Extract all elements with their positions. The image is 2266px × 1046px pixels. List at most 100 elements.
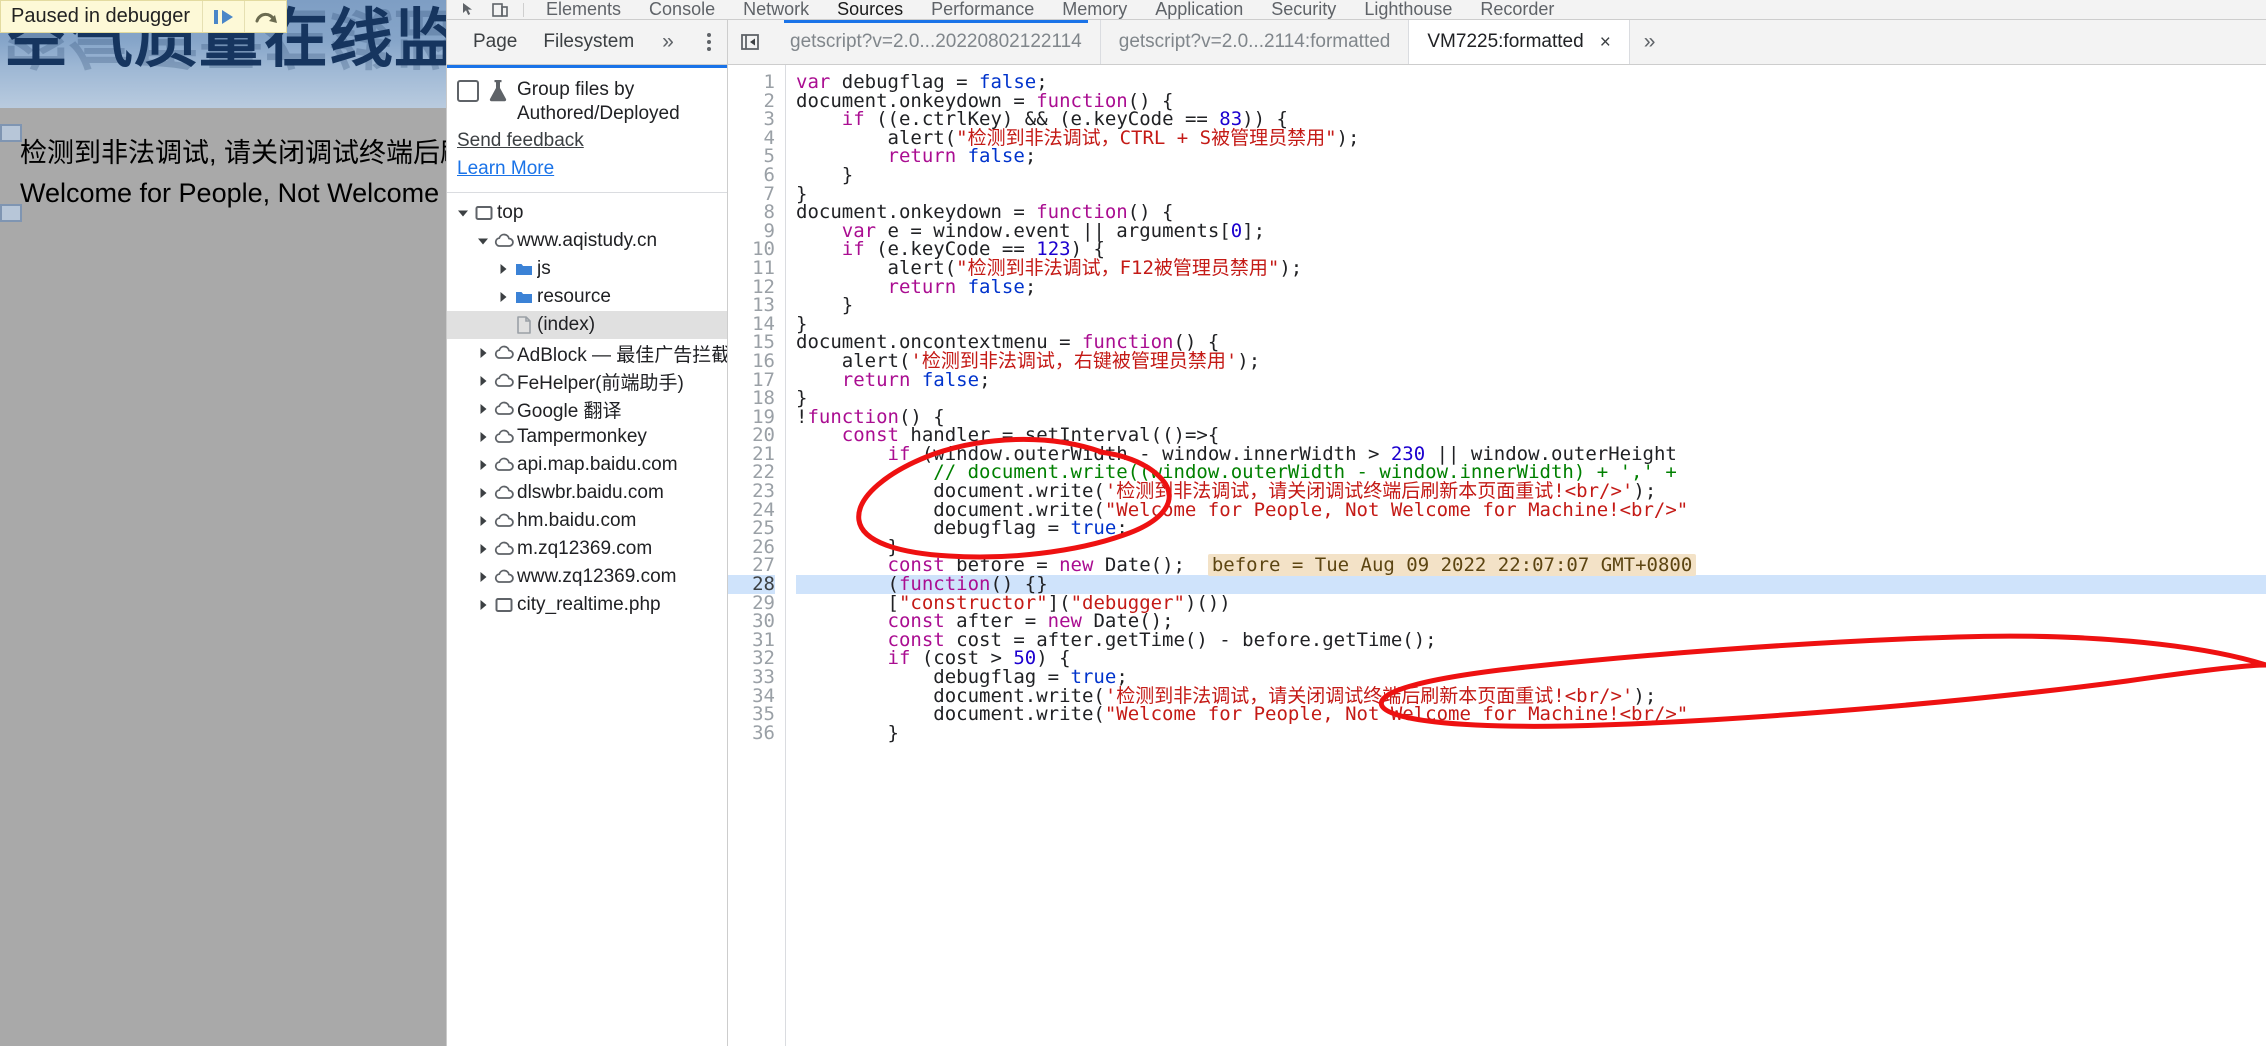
- chevron-right-icon[interactable]: [475, 347, 491, 359]
- chevron-right-icon[interactable]: [475, 403, 491, 415]
- line-number[interactable]: 35: [728, 705, 775, 724]
- chevron-right-icon[interactable]: [495, 263, 511, 275]
- resume-script-execution-icon[interactable]: [202, 1, 244, 32]
- send-feedback-link[interactable]: Send feedback: [457, 128, 717, 154]
- file-tab-vm7225-formatted[interactable]: VM7225:formatted ×: [1409, 20, 1630, 64]
- devtools-tab-recorder[interactable]: Recorder: [1466, 0, 1568, 19]
- source-code-content[interactable]: var debugflag = false; document.onkeydown…: [786, 65, 2266, 1046]
- line-number[interactable]: 23: [728, 482, 775, 501]
- tree-item-label: resource: [537, 286, 611, 307]
- code-line[interactable]: alert('检测到非法调试，右键被管理员禁用');: [796, 351, 2266, 371]
- code-line[interactable]: document.onkeydown = function() {: [796, 203, 2266, 222]
- devtools-tab-memory[interactable]: Memory: [1048, 0, 1141, 19]
- chevron-right-icon[interactable]: [475, 571, 491, 583]
- step-over-next-function-call-icon[interactable]: [244, 1, 286, 32]
- chevron-right-icon[interactable]: [475, 599, 491, 611]
- tree-item-label: (index): [537, 314, 596, 335]
- devtools-main-tabbar: Elements Console Network Sources Perform…: [447, 0, 2266, 20]
- tree-item-index[interactable]: (index): [447, 311, 727, 339]
- line-number[interactable]: 33: [728, 668, 775, 687]
- devtools-window: Elements Console Network Sources Perform…: [446, 0, 2266, 1046]
- inspect-element-icon[interactable]: [455, 0, 485, 19]
- close-icon[interactable]: ×: [1600, 33, 1611, 52]
- code-line[interactable]: }: [796, 296, 2266, 315]
- tree-item-adblock[interactable]: AdBlock — 最佳广告拦截工具: [447, 339, 727, 367]
- code-line[interactable]: return false;: [796, 370, 2266, 390]
- devtools-tab-performance[interactable]: Performance: [917, 0, 1048, 19]
- tree-item-dlswbr-baidu-com[interactable]: dlswbr.baidu.com: [447, 479, 727, 507]
- navigator-more-subtabs-icon[interactable]: »: [662, 30, 674, 54]
- file-tab-getscript[interactable]: getscript?v=2.0...20220802122114: [772, 20, 1101, 64]
- page-text-line-2: Welcome for People, Not Welcome for Mach…: [20, 178, 446, 208]
- code-line[interactable]: }: [796, 166, 2266, 185]
- line-number[interactable]: 8: [728, 203, 775, 222]
- tree-item-www-zq12369-com[interactable]: www.zq12369.com: [447, 563, 727, 591]
- tree-item-www-aqistudy-cn[interactable]: www.aqistudy.cn: [447, 227, 727, 255]
- code-line[interactable]: var debugflag = false;: [796, 73, 2266, 92]
- cloud-icon: [491, 483, 517, 503]
- tree-item-hm-baidu-com[interactable]: hm.baidu.com: [447, 507, 727, 535]
- toggle-device-toolbar-icon[interactable]: [485, 0, 515, 19]
- cloud-icon: [491, 427, 517, 447]
- chevron-right-icon[interactable]: [475, 515, 491, 527]
- tree-item-label: AdBlock — 最佳广告拦截工具: [517, 344, 727, 366]
- code-line[interactable]: return false;: [796, 277, 2266, 297]
- chevron-right-icon[interactable]: [475, 487, 491, 499]
- chevron-right-icon[interactable]: [475, 543, 491, 555]
- devtools-tab-elements[interactable]: Elements: [532, 0, 635, 19]
- learn-more-link[interactable]: Learn More: [457, 156, 717, 182]
- line-number[interactable]: 1: [728, 73, 775, 92]
- tree-item-top[interactable]: top: [447, 199, 727, 227]
- tree-item-api-map-baidu-com[interactable]: api.map.baidu.com: [447, 451, 727, 479]
- line-number[interactable]: 28: [728, 575, 775, 594]
- chevron-right-icon[interactable]: [495, 291, 511, 303]
- more-options-icon[interactable]: [707, 30, 711, 54]
- code-line[interactable]: document.write("Welcome for People, Not …: [796, 705, 2266, 724]
- code-line[interactable]: }: [796, 389, 2266, 408]
- navigator-pane: Group files by Authored/Deployed Send fe…: [447, 65, 728, 1046]
- tree-item-google[interactable]: Google 翻译: [447, 395, 727, 423]
- devtools-tab-sources[interactable]: Sources: [823, 0, 917, 19]
- tree-item-js[interactable]: js: [447, 255, 727, 283]
- devtools-tab-application[interactable]: Application: [1141, 0, 1257, 19]
- line-number[interactable]: 18: [728, 389, 775, 408]
- code-line[interactable]: }: [796, 723, 2266, 743]
- jump-to-previous-location-icon[interactable]: [728, 20, 772, 64]
- toolbar-divider: [523, 3, 524, 17]
- cloud-icon: [491, 539, 517, 559]
- tree-item-resource[interactable]: resource: [447, 283, 727, 311]
- chevron-right-icon[interactable]: [475, 375, 491, 387]
- chevron-down-icon[interactable]: [475, 235, 491, 247]
- tree-item-tampermonkey[interactable]: Tampermonkey: [447, 423, 727, 451]
- group-files-label: Group files by Authored/Deployed: [517, 79, 680, 124]
- chevron-right-icon[interactable]: [475, 459, 491, 471]
- chevron-down-icon[interactable]: [455, 207, 471, 219]
- cloud-icon: [491, 511, 517, 531]
- group-files-checkbox[interactable]: [457, 80, 479, 102]
- navigator-subtab-page[interactable]: Page: [473, 31, 517, 53]
- devtools-tab-security[interactable]: Security: [1257, 0, 1350, 19]
- tree-item-city-realtime-php[interactable]: city_realtime.php: [447, 591, 727, 619]
- paused-in-debugger-overlay: Paused in debugger: [0, 0, 288, 33]
- file-tab-getscript-formatted[interactable]: getscript?v=2.0...2114:formatted: [1100, 20, 1410, 64]
- line-number[interactable]: 6: [728, 166, 775, 185]
- line-number[interactable]: 16: [728, 352, 775, 371]
- experiment-flask-icon: [487, 79, 509, 108]
- code-line[interactable]: debugflag = true;: [796, 519, 2266, 538]
- code-line[interactable]: return false;: [796, 147, 2266, 166]
- tree-item-m-zq12369-com[interactable]: m.zq12369.com: [447, 535, 727, 563]
- line-number[interactable]: 11: [728, 259, 775, 278]
- line-number[interactable]: 36: [728, 723, 775, 743]
- navigator-subtabs: Page Filesystem »: [447, 20, 728, 64]
- line-number[interactable]: 3: [728, 110, 775, 129]
- line-number[interactable]: 13: [728, 296, 775, 315]
- cloud-icon: [491, 399, 517, 419]
- devtools-tab-lighthouse[interactable]: Lighthouse: [1350, 0, 1466, 19]
- navigator-subtab-filesystem[interactable]: Filesystem: [543, 31, 634, 53]
- code-editor[interactable]: 1 2 3 4 5 6 7 8 9 10 11 12 13 14 15 16 17 18 19 20 21 22 23 24 2…: [728, 65, 2266, 1046]
- devtools-tab-network[interactable]: Network: [729, 0, 823, 19]
- devtools-tab-console[interactable]: Console: [635, 0, 729, 19]
- file-tabs-overflow-icon[interactable]: »: [1630, 20, 1670, 64]
- chevron-right-icon[interactable]: [475, 431, 491, 443]
- tree-item-fehelper[interactable]: FeHelper(前端助手): [447, 367, 727, 395]
